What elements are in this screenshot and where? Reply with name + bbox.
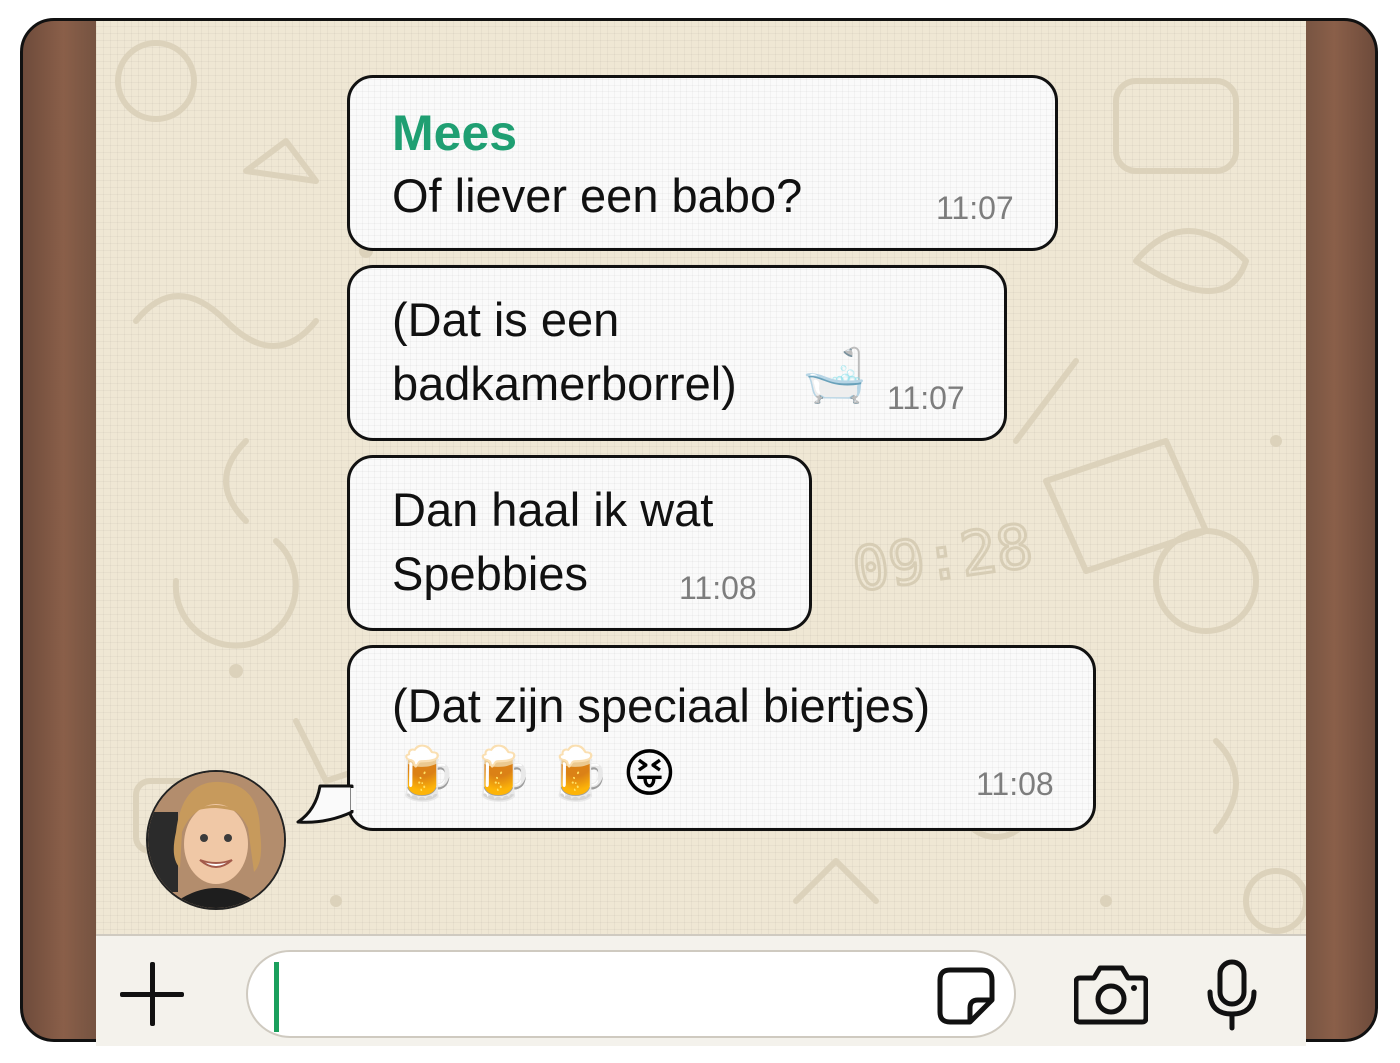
message-time: 11:07 (887, 380, 965, 416)
message-time: 11:07 (936, 190, 1014, 226)
sticker-icon[interactable] (936, 966, 996, 1026)
message-text-line: Dan haal ik wat (392, 483, 714, 536)
plus-icon[interactable] (120, 962, 184, 1026)
message-input[interactable] (246, 950, 1016, 1038)
avatar-face (148, 772, 284, 908)
beer-emojis: 🍺🍺🍺😝 (392, 745, 689, 803)
message-bubble[interactable]: (Dat is een badkamerborrel) 🛁 11:07 (347, 265, 1007, 441)
message-text: Of liever een babo? (392, 169, 803, 222)
watermark-clock: 09:28 (848, 511, 1037, 605)
message-text-line: (Dat is een (392, 293, 620, 346)
message-text: (Dat zijn speciaal biertjes) (392, 679, 931, 732)
message-text-line: badkamerborrel) (392, 357, 737, 410)
camera-icon[interactable] (1074, 962, 1148, 1026)
message-time: 11:08 (679, 570, 757, 606)
message-bubble[interactable]: Dan haal ik wat Spebbies 11:08 (347, 455, 812, 631)
text-caret (274, 962, 279, 1032)
sender-name: Mees (392, 105, 518, 161)
bathtub-emoji: 🛁 (802, 347, 867, 405)
message-bubble[interactable]: (Dat zijn speciaal biertjes) 🍺🍺🍺😝 11:08 (347, 645, 1096, 831)
message-text-line: Spebbies (392, 547, 588, 600)
message-bubble[interactable]: Mees Of liever een babo? 11:07 (347, 75, 1058, 251)
bubble-tail (296, 784, 356, 824)
avatar[interactable] (146, 770, 286, 910)
message-time: 11:08 (976, 766, 1054, 802)
microphone-icon[interactable] (1204, 958, 1260, 1032)
